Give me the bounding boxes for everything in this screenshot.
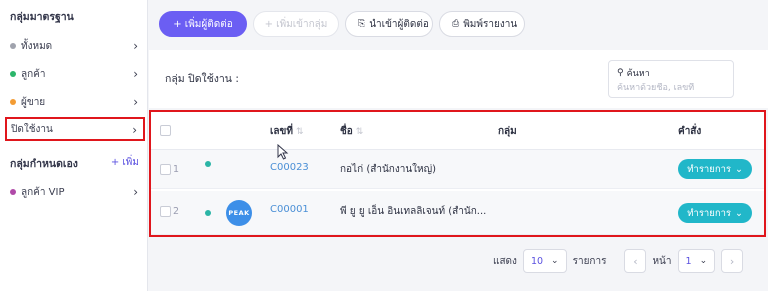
- sidebar-item-label: ผู้ขาย: [21, 96, 46, 108]
- sidebar-item-label: ลูกค้า: [21, 68, 46, 80]
- chevron-down-icon: ⌄: [735, 207, 743, 219]
- column-header-number[interactable]: เลขที่ ⇅: [270, 124, 304, 139]
- chevron-right-icon: ›: [133, 39, 138, 53]
- action-dropdown-button[interactable]: ทำรายการ ⌄: [678, 159, 752, 179]
- page-size-select[interactable]: 10 ⌄: [522, 249, 567, 273]
- sidebar-item-vip[interactable]: ลูกค้า VIP ›: [6, 181, 144, 203]
- search-icon: ⚲: [617, 68, 624, 78]
- next-page-button[interactable]: ›: [721, 249, 744, 273]
- import-label: นำเข้าผู้ติดต่อ: [369, 18, 429, 30]
- sidebar-item-disabled[interactable]: ปิดใช้งาน ›: [5, 117, 145, 141]
- chevron-down-icon: ⌄: [551, 256, 559, 266]
- chevron-right-icon: ›: [133, 185, 138, 199]
- chevron-down-icon: ⌄: [735, 163, 743, 175]
- sidebar-item-label: ปิดใช้งาน: [11, 123, 53, 135]
- show-label: แสดง: [493, 255, 517, 267]
- column-header-name[interactable]: ชื่อ ⇅: [340, 124, 363, 139]
- row-checkbox[interactable]: [160, 206, 171, 217]
- add-to-group-button[interactable]: + เพิ่มเข้ากลุ่ม: [253, 11, 339, 37]
- pagination: แสดง 10 ⌄ รายการ ‹ หน้า 1 ⌄ ›: [493, 249, 744, 273]
- print-report-button[interactable]: ⎙ พิมพ์รายงาน: [439, 11, 525, 37]
- chevron-right-icon: ›: [133, 95, 138, 109]
- custom-groups-title: กลุ่มกำหนดเอง: [10, 158, 78, 170]
- contact-code[interactable]: C00001: [270, 204, 309, 215]
- printer-icon: ⎙: [452, 19, 460, 29]
- import-icon: ⎘: [358, 19, 366, 29]
- contact-code[interactable]: C00023: [270, 162, 309, 173]
- company-logo: PEAK: [226, 200, 252, 226]
- column-header-actions: คำสั่ง: [678, 126, 702, 137]
- sidebar-item-label: ทั้งหมด: [21, 40, 53, 52]
- contact-name: กอไก่ (สำนักงานใหญ่): [340, 164, 437, 175]
- add-group-link[interactable]: + เพิ่ม: [111, 155, 139, 170]
- table-row[interactable]: 2 PEAK C00001 พี ยู ยู เอ็น อินเทลลิเจนท…: [151, 191, 764, 235]
- row-checkbox[interactable]: [160, 164, 171, 175]
- sort-icon: ⇅: [295, 127, 304, 137]
- mouse-cursor-icon: [277, 144, 289, 160]
- sidebar: กลุ่มมาตรฐาน ทั้งหมด › ลูกค้า › ผู้ขาย ›…: [0, 0, 148, 291]
- sidebar-item-label: ลูกค้า VIP: [21, 186, 65, 198]
- table-header: เลขที่ ⇅ ชื่อ ⇅ กลุ่ม คำสั่ง: [151, 112, 764, 150]
- chevron-right-icon: ›: [132, 123, 137, 137]
- status-dot: [10, 99, 16, 105]
- status-dot: [205, 210, 211, 216]
- sidebar-item-customers[interactable]: ลูกค้า ›: [6, 63, 144, 85]
- search-box[interactable]: ⚲ ค้นหา: [608, 60, 734, 98]
- sort-icon: ⇅: [355, 127, 364, 137]
- select-all-checkbox[interactable]: [160, 125, 171, 136]
- standard-groups-title: กลุ่มมาตรฐาน: [10, 11, 74, 23]
- chevron-right-icon: ›: [133, 67, 138, 81]
- list-header: กลุ่ม ปิดใช้งาน : ⚲ ค้นหา: [149, 50, 768, 108]
- column-header-group: กลุ่ม: [498, 126, 517, 137]
- print-label: พิมพ์รายงาน: [463, 18, 518, 30]
- search-label: ⚲ ค้นหา: [617, 68, 650, 79]
- search-input[interactable]: [617, 83, 725, 93]
- main-content: + เพิ่มผู้ติดต่อ + เพิ่มเข้ากลุ่ม ⎘ นำเข…: [149, 0, 768, 291]
- status-dot: [10, 189, 16, 195]
- toolbar: + เพิ่มผู้ติดต่อ + เพิ่มเข้ากลุ่ม ⎘ นำเข…: [159, 11, 525, 37]
- prev-page-button[interactable]: ‹: [624, 249, 647, 273]
- table-row[interactable]: 1 C00023 กอไก่ (สำนักงานใหญ่) ทำรายการ ⌄: [151, 150, 764, 189]
- row-number: 2: [173, 206, 180, 217]
- items-label: รายการ: [572, 255, 607, 267]
- status-dot: [10, 43, 16, 49]
- page-select[interactable]: 1 ⌄: [677, 249, 716, 273]
- chevron-down-icon: ⌄: [699, 256, 708, 266]
- status-dot: [10, 71, 16, 77]
- page-label: หน้า: [652, 255, 672, 267]
- contacts-table: เลขที่ ⇅ ชื่อ ⇅ กลุ่ม คำสั่ง 1 C00023 กอไก…: [149, 110, 766, 237]
- row-number: 1: [173, 164, 180, 175]
- sidebar-item-all[interactable]: ทั้งหมด ›: [6, 35, 144, 57]
- status-dot: [205, 161, 211, 167]
- add-contact-button[interactable]: + เพิ่มผู้ติดต่อ: [159, 11, 247, 37]
- import-contacts-button[interactable]: ⎘ นำเข้าผู้ติดต่อ: [345, 11, 433, 37]
- action-dropdown-button[interactable]: ทำรายการ ⌄: [678, 203, 752, 223]
- list-title: กลุ่ม ปิดใช้งาน :: [165, 73, 239, 85]
- sidebar-item-vendors[interactable]: ผู้ขาย ›: [6, 91, 144, 113]
- contact-name: พี ยู ยู เอ็น อินเทลลิเจนท์ (สำนัก...: [340, 206, 487, 217]
